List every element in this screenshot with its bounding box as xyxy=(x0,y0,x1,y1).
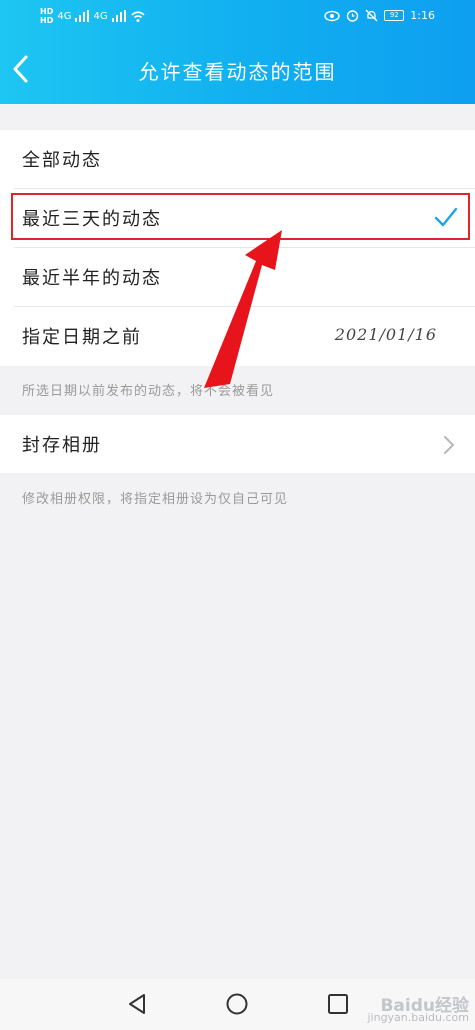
status-left: HD HD 4G 4G xyxy=(40,7,146,25)
alarm-icon xyxy=(347,10,359,22)
status-right: 92 1:16 xyxy=(324,9,435,22)
mute-bell-icon xyxy=(365,9,378,22)
status-bar: HD HD 4G 4G 92 1:16 xyxy=(0,0,475,36)
watermark-url: jingyan.baidu.com xyxy=(367,1011,469,1024)
album-note: 修改相册权限，将指定相册设为仅自己可见 xyxy=(22,492,289,507)
selected-date: 2021/01/16 xyxy=(334,325,437,344)
hd-badge-2: HD xyxy=(40,16,54,25)
hd-badges: HD HD xyxy=(40,7,53,25)
baidu-watermark: Baidu经验 jingyan.baidu.com xyxy=(367,998,469,1024)
network-label-2: 4G xyxy=(93,10,108,22)
signal-icon-2 xyxy=(111,10,126,22)
hd-badge-1: HD xyxy=(40,7,54,16)
visibility-options-list: 全部动态 最近三天的动态 最近半年的动态 指定日期之前 2021/01/16 xyxy=(0,130,475,366)
option-all-posts[interactable]: 全部动态 xyxy=(0,130,475,189)
chevron-right-icon xyxy=(444,436,455,454)
option-before-date[interactable]: 指定日期之前 2021/01/16 xyxy=(0,307,475,366)
network-label-1: 4G xyxy=(57,10,72,22)
highlight-annotation-box xyxy=(11,193,470,240)
seal-album-item[interactable]: 封存相册 xyxy=(0,415,475,474)
option-label: 全部动态 xyxy=(22,150,102,171)
clock: 1:16 xyxy=(410,9,435,22)
option-label: 指定日期之前 xyxy=(22,327,142,348)
seal-album-label: 封存相册 xyxy=(22,435,102,456)
eye-icon xyxy=(324,10,340,21)
nav-recents-square-icon[interactable] xyxy=(325,991,351,1017)
seal-album-row[interactable]: 封存相册 xyxy=(0,415,475,473)
battery-icon: 92 xyxy=(384,10,405,21)
system-nav-bar: Baidu经验 jingyan.baidu.com xyxy=(0,979,475,1030)
nav-back-triangle-icon[interactable] xyxy=(124,991,150,1017)
nav-home-circle-icon[interactable] xyxy=(224,991,250,1017)
option-last-half-year[interactable]: 最近半年的动态 xyxy=(0,248,475,307)
wifi-icon xyxy=(130,11,145,22)
option-label: 最近半年的动态 xyxy=(22,268,162,289)
range-note: 所选日期以前发布的动态，将不会被看见 xyxy=(22,384,275,399)
page-title: 允许查看动态的范围 xyxy=(138,60,337,84)
app-header: HD HD 4G 4G 92 1:16 允许查看动态的范围 xyxy=(0,0,475,104)
signal-icon xyxy=(75,10,90,22)
